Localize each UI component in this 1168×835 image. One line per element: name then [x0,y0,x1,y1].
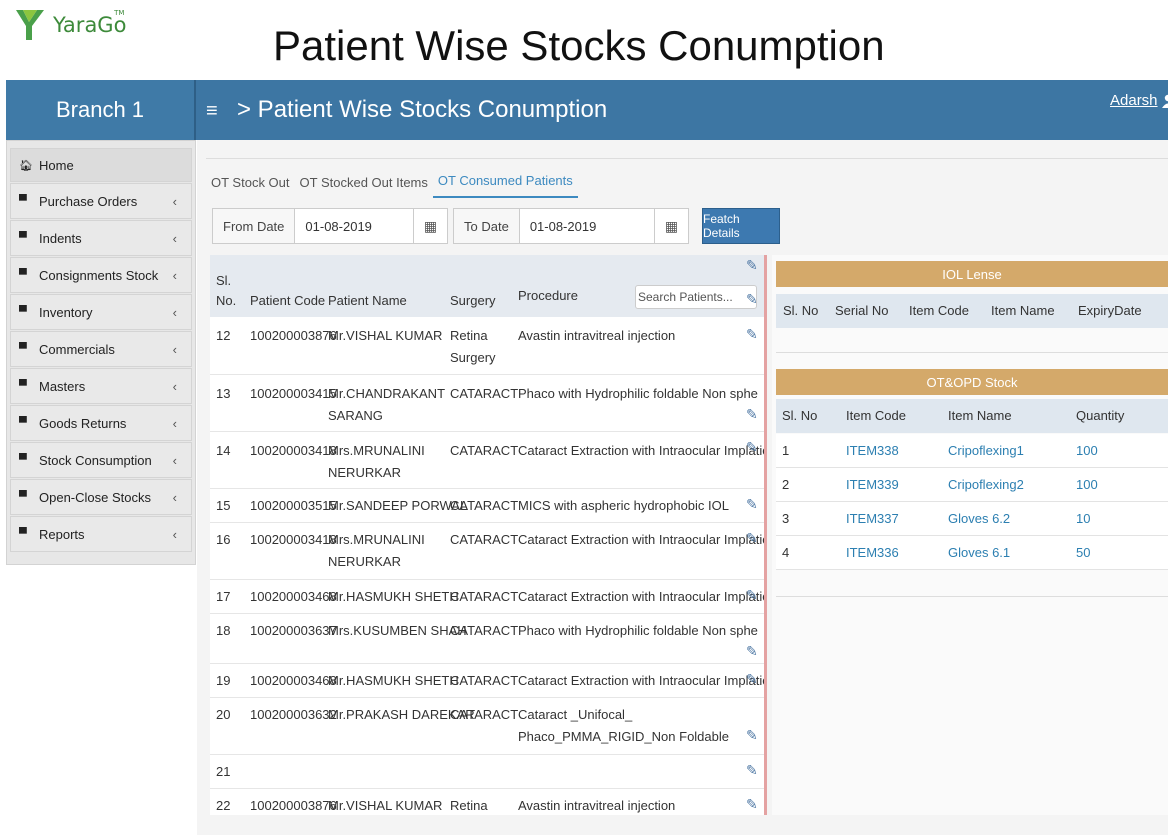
iol-lense-columns: Sl. No Serial No Item Code Item Name Exp… [776,294,1168,328]
chevron-left-icon: ‹ [172,526,177,542]
edit-icon[interactable]: ✎ [746,493,758,515]
ot-opd-stock-columns: Sl. No Item Code Item Name Quantity [776,399,1168,433]
yarago-logo: YaraGo TM [12,6,126,44]
tab-bar: OT Stock Out OT Stocked Out Items OT Con… [206,158,1168,198]
chevron-left-icon: ‹ [172,193,177,209]
sidebar-item-reports[interactable]: ▀ Reports ‹ [10,516,192,552]
chevron-left-icon: ‹ [172,415,177,431]
sidebar-item-commercials[interactable]: ▀ Commercials ‹ [10,331,192,367]
table-row[interactable]: 22 100200003876 Mr.VISHAL KUMAR Retina A… [210,789,764,815]
table-row[interactable]: 20 100200003632 Mr.PRAKASH DAREKAR CATAR… [210,698,764,755]
chevron-left-icon: ‹ [172,452,177,468]
chevron-left-icon: ‹ [172,267,177,283]
cart-icon: ▀ [19,491,27,503]
chevron-left-icon: ‹ [172,304,177,320]
cart-icon: ▀ [19,306,27,318]
table-row[interactable]: 19 100200003468 Mr.HASMUKH SHETH CATARAC… [210,664,764,698]
patients-table: Sl. No. Patient Code Patient Name Surger… [210,255,767,815]
chevron-left-icon: ‹ [172,489,177,505]
cart-icon: ▀ [19,343,27,355]
edit-icon[interactable]: ✎ [746,793,758,815]
cart-icon: ▀ [19,269,27,281]
patients-table-header: Sl. No. Patient Code Patient Name Surger… [210,255,764,317]
divider [776,352,1168,353]
from-date-label: From Date [213,209,296,243]
edit-icon[interactable]: ✎ [746,668,758,690]
chevron-left-icon: ‹ [172,378,177,394]
cart-icon: ▀ [19,232,27,244]
menu-toggle-icon[interactable]: ≡ [206,100,218,123]
chevron-left-icon: ‹ [172,230,177,246]
sidebar-item-goods-returns[interactable]: ▀ Goods Returns ‹ [10,405,192,441]
cart-icon: ▀ [19,528,27,540]
table-row[interactable]: 3 ITEM337 Gloves 6.2 10 [776,502,1168,536]
from-date-field[interactable]: From Date 01-08-2019 ▦ [212,208,448,244]
sidebar-item-consignments-stock[interactable]: ▀ Consignments Stock ‹ [10,257,192,293]
sidebar-item-masters[interactable]: ▀ Masters ‹ [10,368,192,404]
table-row[interactable]: 18 100200003637 Mrs.KUSUMBEN SHAH CATARA… [210,614,764,664]
cart-icon: ▀ [19,195,27,207]
user-icon [1161,94,1168,108]
tab-ot-stock-out[interactable]: OT Stock Out [206,175,295,198]
table-row[interactable]: 17 100200003468 Mr.HASMUKH SHETH CATARAC… [210,580,764,614]
sidebar: 🏠︎ Home ▀ Purchase Orders ‹ ▀ Indents ‹ ▀ Cons… [6,140,196,565]
sidebar-item-indents[interactable]: ▀ Indents ‹ [10,220,192,256]
table-row[interactable]: 13 100200003415 Mr.CHANDRAKANT SARANG CA… [210,375,764,432]
sidebar-item-home[interactable]: 🏠︎ Home [10,148,192,182]
to-date-label: To Date [454,209,520,243]
edit-icon[interactable]: ✎ [746,323,758,345]
edit-icon[interactable]: ✎ [746,291,758,308]
user-name[interactable]: Adarsh [1110,92,1158,109]
yarago-logo-icon [16,10,44,40]
edit-icon[interactable]: ✎ [746,403,758,425]
sidebar-item-stock-consumption[interactable]: ▀ Stock Consumption ‹ [10,442,192,478]
sidebar-item-open-close-stocks[interactable]: ▀ Open-Close Stocks ‹ [10,479,192,515]
sidebar-item-inventory[interactable]: ▀ Inventory ‹ [10,294,192,330]
search-patients-input[interactable]: Search Patients... [635,285,757,309]
divider [776,596,1168,597]
edit-icon[interactable]: ✎ [746,640,758,662]
table-row[interactable]: 12 100200003876 Mr.VISHAL KUMAR Retina S… [210,317,764,375]
edit-icon[interactable]: ✎ [746,527,758,549]
table-row[interactable]: 4 ITEM336 Gloves 6.1 50 [776,536,1168,570]
calendar-icon[interactable]: ▦ [654,209,688,243]
from-date-input[interactable]: 01-08-2019 [295,219,413,234]
cart-icon: ▀ [19,454,27,466]
edit-icon[interactable]: ✎ [746,257,758,274]
to-date-input[interactable]: 01-08-2019 [520,219,654,234]
sidebar-item-purchase-orders[interactable]: ▀ Purchase Orders ‹ [10,183,192,219]
table-row[interactable]: 21 ✎ [210,755,764,789]
page-title: > Patient Wise Stocks Conumption [237,96,608,123]
calendar-icon[interactable]: ▦ [413,209,447,243]
tab-ot-consumed-patients[interactable]: OT Consumed Patients [432,173,578,198]
edit-icon[interactable]: ✎ [746,724,758,746]
slide-title: Patient Wise Stocks Conumption [273,22,885,69]
cart-icon: ▀ [19,417,27,429]
fetch-details-button[interactable]: Featch Details [702,208,780,244]
table-row[interactable]: 14 100200003418 Mrs.MRUNALINI NERURKAR C… [210,432,764,489]
edit-icon[interactable]: ✎ [746,759,758,781]
home-icon: 🏠︎ [19,159,33,172]
branch-name: Branch 1 [6,80,196,140]
table-row[interactable]: 15 100200003515 Mr.SANDEEP PORWAL CATARA… [210,489,764,523]
ot-opd-stock-header: OT&OPD Stock [776,369,1168,395]
cart-icon: ▀ [19,380,27,392]
tab-ot-stocked-out-items[interactable]: OT Stocked Out Items [295,175,433,198]
edit-icon[interactable]: ✎ [746,584,758,606]
iol-lense-header: IOL Lense [776,261,1168,287]
table-row[interactable]: 16 100200003418 Mrs.MRUNALINI NERURKAR C… [210,523,764,580]
edit-icon[interactable]: ✎ [746,436,758,458]
user-menu[interactable]: Adarsh [1110,92,1168,109]
logo-text: YaraGo TM [53,9,127,37]
table-row[interactable]: 1 ITEM338 Cripoflexing1 100 [776,434,1168,468]
chevron-left-icon: ‹ [172,341,177,357]
to-date-field[interactable]: To Date 01-08-2019 ▦ [453,208,689,244]
table-row[interactable]: 2 ITEM339 Cripoflexing2 100 [776,468,1168,502]
